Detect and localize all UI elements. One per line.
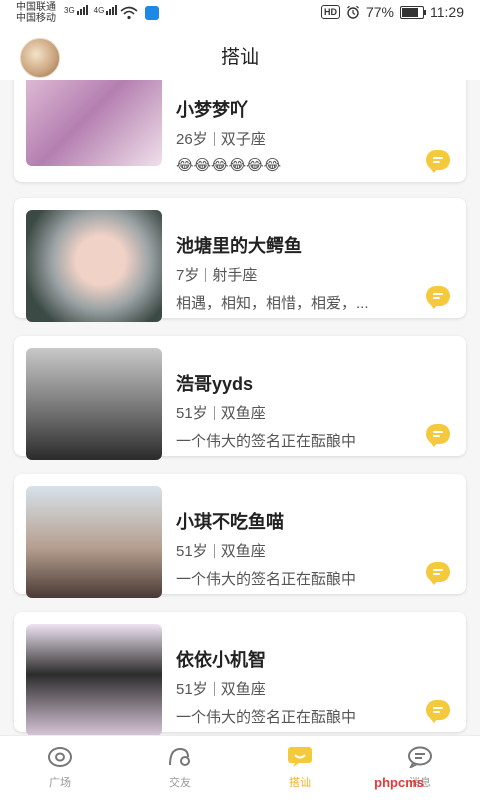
user-card[interactable]: 小梦梦吖 26岁 双子座 😂😂😂😂😂😂 [14, 80, 466, 182]
user-name: 浩哥yyds [176, 374, 254, 394]
user-signature: 一个伟大的签名正在酝酿中 [176, 709, 357, 726]
app-notification-icon [145, 6, 159, 20]
user-meta: 7岁 射手座 [176, 264, 257, 285]
battery-icon [400, 5, 426, 19]
wifi-icon [120, 6, 138, 20]
user-card[interactable]: 池塘里的大鳄鱼 7岁 射手座 相遇，相知，相惜，相爱，... [14, 198, 466, 322]
user-name: 小梦梦吖 [176, 100, 248, 120]
tab-friends-label: 交友 [169, 777, 191, 789]
chat-bubble-icon[interactable] [426, 150, 450, 173]
user-card[interactable]: 小琪不吃鱼喵 51岁 双鱼座 一个伟大的签名正在酝酿中 [14, 474, 466, 598]
user-card[interactable]: 浩哥yyds 51岁 双鱼座 一个伟大的签名正在酝酿中 [14, 336, 466, 460]
status-right: HD 77% 11:29 [320, 4, 464, 20]
tab-chat-label: 搭讪 [289, 777, 311, 789]
user-card[interactable]: 依依小机智 51岁 双鱼座 一个伟大的签名正在酝酿中 [14, 612, 466, 736]
message-icon [408, 746, 432, 768]
user-signature: 😂😂😂😂😂😂 [176, 157, 282, 174]
hd-icon: HD [320, 5, 340, 19]
chat-bubble-icon[interactable] [426, 562, 450, 585]
carrier-2: 中国移动 [16, 13, 56, 24]
network-type-1: 3G [64, 6, 75, 15]
user-zodiac: 射手座 [212, 267, 258, 284]
user-signature: 一个伟大的签名正在酝酿中 [176, 433, 357, 450]
page-title: 搭讪 [220, 47, 259, 68]
tab-chat[interactable]: 搭讪 [240, 736, 360, 800]
carrier-1: 中国联通 [16, 2, 56, 13]
user-zodiac: 双鱼座 [220, 405, 266, 422]
user-age: 51岁 [176, 681, 208, 698]
tab-messages[interactable]: 消息 [360, 736, 480, 800]
user-photo[interactable] [26, 486, 162, 598]
signal-icon: 3G [64, 5, 88, 15]
user-name: 池塘里的大鳄鱼 [176, 236, 302, 256]
battery-percent: 77% [365, 4, 394, 20]
chat-bubble-icon [288, 747, 312, 767]
watermark: phpcms [374, 775, 424, 790]
bottom-nav: 广场 交友 搭讪 消息 phpcms [0, 735, 480, 800]
chat-bubble-icon[interactable] [426, 700, 450, 723]
user-zodiac: 双子座 [220, 131, 266, 148]
tab-square-label: 广场 [49, 777, 71, 789]
friends-icon [169, 747, 190, 766]
user-photo[interactable] [26, 348, 162, 460]
user-age: 51岁 [176, 405, 208, 422]
user-meta: 51岁 双鱼座 [176, 402, 266, 423]
user-zodiac: 双鱼座 [220, 681, 266, 698]
signal-indicators: 3G 4G [64, 5, 118, 15]
tab-friends[interactable]: 交友 [120, 736, 240, 800]
user-photo[interactable] [26, 210, 162, 322]
user-meta: 26岁 双子座 [176, 128, 266, 149]
user-name: 小琪不吃鱼喵 [176, 512, 284, 532]
chat-bubble-icon[interactable] [426, 424, 450, 447]
user-zodiac: 双鱼座 [220, 543, 266, 560]
user-age: 26岁 [176, 131, 208, 148]
app-header: 搭讪 [0, 28, 480, 80]
status-bar: 中国联通 中国移动 3G 4G HD 77% 11:29 [0, 0, 480, 28]
carrier-labels: 中国联通 中国移动 [16, 2, 56, 24]
network-type-2: 4G [93, 6, 105, 15]
alarm-icon [347, 5, 359, 19]
user-signature: 一个伟大的签名正在酝酿中 [176, 571, 357, 588]
user-meta: 51岁 双鱼座 [176, 540, 266, 561]
tab-square[interactable]: 广场 [0, 736, 120, 800]
square-icon [48, 747, 72, 767]
user-photo[interactable] [26, 80, 162, 166]
clock: 11:29 [430, 4, 464, 20]
chat-bubble-icon[interactable] [426, 286, 450, 309]
user-age: 7岁 [176, 267, 200, 284]
user-feed[interactable]: 小梦梦吖 26岁 双子座 😂😂😂😂😂😂 池塘里的大鳄鱼 7岁 射手座 相遇，相知，相… [0, 80, 480, 736]
signal-icon-2: 4G [94, 5, 118, 15]
user-signature: 相遇，相知，相惜，相爱，... [176, 295, 369, 312]
user-age: 51岁 [176, 543, 208, 560]
user-meta: 51岁 双鱼座 [176, 678, 266, 699]
user-name: 依依小机智 [176, 650, 266, 670]
user-photo[interactable] [26, 624, 162, 736]
